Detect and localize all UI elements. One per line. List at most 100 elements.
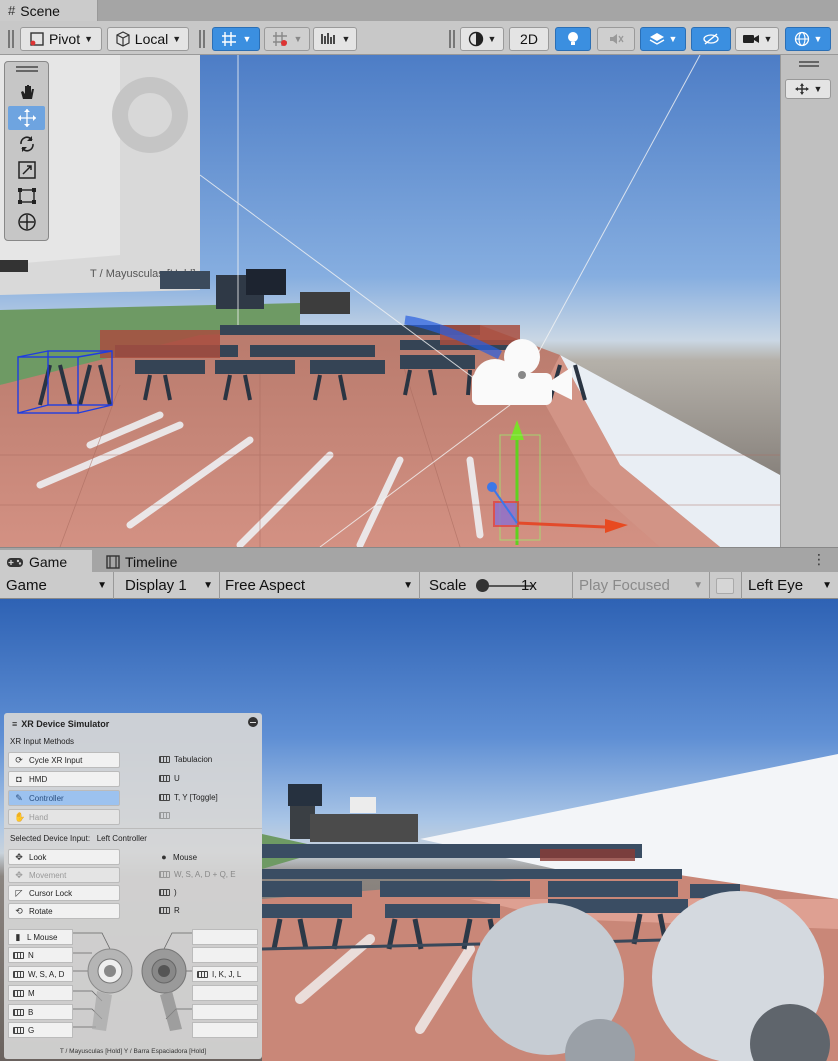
hand-label: Hand [29, 812, 49, 822]
cursor-lock-label: Cursor Lock [29, 888, 73, 898]
look-key: ● Mouse [159, 852, 197, 862]
eye-crossed-icon [703, 33, 719, 45]
view-dropdown[interactable]: Game ▼ [0, 572, 114, 599]
eye-label: Left Eye [748, 577, 804, 594]
rotate-tool-button[interactable] [8, 132, 45, 156]
lightbulb-icon [568, 32, 578, 45]
view-label: Game [6, 577, 47, 594]
transform-tool-button[interactable] [8, 210, 45, 234]
move-icon [17, 109, 36, 127]
tools-palette [4, 61, 49, 241]
pivot-dropdown[interactable]: Pivot ▼ [20, 27, 102, 51]
xr-title: ≡ XR Device Simulator [12, 719, 109, 729]
palette-grip-icon[interactable] [16, 66, 38, 72]
rotate-key: R [159, 906, 180, 915]
movement-key: W, S, A, D + Q, E [159, 870, 236, 879]
rotate-label: Rotate [29, 906, 53, 916]
grid-snap-button[interactable]: ▼ [212, 27, 260, 51]
grid-snap-icon [221, 32, 236, 46]
keyboard-icon [197, 970, 208, 978]
b-binding[interactable]: B [8, 1004, 73, 1020]
mouse-icon: ● [161, 852, 167, 862]
keyboard-icon [159, 871, 170, 878]
m-binding[interactable]: M [8, 985, 73, 1001]
tab-game[interactable]: Game [0, 550, 92, 573]
chevron-down-icon: ▼ [487, 34, 497, 44]
mode-2d-button[interactable]: 2D [509, 27, 549, 51]
game-tab-strip: Game Timeline ⋮ [0, 547, 838, 573]
game-viewport[interactable]: ≡ XR Device Simulator XR Input Methods ⟳… [0, 599, 838, 1061]
controller-key-text: T, Y [Toggle] [174, 793, 218, 802]
m-binding-label: M [28, 988, 35, 998]
hmd-button[interactable]: ◘ HMD [8, 771, 120, 787]
cursor-lock-button[interactable]: ◸ Cursor Lock [8, 885, 120, 901]
hand-key [159, 812, 170, 819]
side-grip-icon[interactable] [799, 61, 819, 67]
more-options-icon[interactable]: ⋮ [812, 551, 826, 568]
hand-icon [20, 85, 34, 99]
scale-tool-button[interactable] [8, 158, 45, 182]
tab-scene[interactable]: # Scene [0, 0, 98, 21]
local-label: Local [134, 31, 169, 47]
left-mouse-label: L Mouse [27, 932, 58, 942]
camera-dropdown[interactable]: ▼ [735, 27, 779, 51]
cycle-xr-input-button[interactable]: ⟳ Cycle XR Input [8, 752, 120, 768]
effects-dropdown[interactable]: ▼ [640, 27, 686, 51]
left-mouse-binding[interactable]: ▮ L Mouse [8, 929, 73, 945]
stats-toggle[interactable] [710, 572, 742, 599]
n-binding[interactable]: N [8, 947, 73, 963]
gamepad-icon [7, 557, 23, 567]
rotate-icon: ⟲ [15, 906, 23, 916]
right-binding-5[interactable] [192, 1004, 258, 1020]
layers-icon [649, 33, 664, 45]
increment-snap-button[interactable]: ▼ [264, 27, 310, 51]
eye-dropdown[interactable]: Left Eye ▼ [742, 572, 838, 599]
gizmos-dropdown[interactable]: ▼ [785, 27, 831, 51]
render-mode-dropdown[interactable]: ▼ [313, 27, 357, 51]
headset-icon: ◘ [16, 774, 22, 784]
rect-tool-button[interactable] [8, 184, 45, 208]
hand-tool-button[interactable] [8, 80, 45, 104]
right-binding-6[interactable] [192, 1022, 258, 1038]
move-arrows-icon: ✥ [15, 870, 23, 880]
keyboard-icon [159, 775, 170, 782]
chevron-down-icon: ▼ [822, 580, 832, 591]
move-tool-button[interactable] [8, 106, 45, 130]
rotate-button[interactable]: ⟲ Rotate [8, 903, 120, 919]
right-binding-1[interactable] [192, 929, 258, 945]
cycle-icon: ⟳ [15, 755, 23, 765]
scale-slider-knob[interactable] [476, 579, 489, 592]
mode-2d-label: 2D [520, 31, 538, 47]
toolbar-grip-icon[interactable] [199, 30, 205, 48]
minimize-icon[interactable] [248, 717, 258, 727]
cursor-lock-key: ) [159, 888, 177, 897]
shading-dropdown[interactable]: ▼ [460, 27, 504, 51]
g-binding[interactable]: G [8, 1022, 73, 1038]
orientation-dropdown[interactable]: ▼ [785, 79, 831, 99]
audio-toggle[interactable] [597, 27, 635, 51]
movement-button[interactable]: ✥ Movement [8, 867, 120, 883]
hmd-label: HMD [29, 774, 48, 784]
hidden-objects-toggle[interactable] [691, 27, 731, 51]
scene-viewport[interactable]: T / Mayusculas [Hold] ▼ [0, 55, 838, 547]
toolbar-grip-icon[interactable] [449, 30, 455, 48]
hand-button[interactable]: ✋ Hand [8, 809, 120, 825]
wsad-binding[interactable]: W, S, A, D [8, 966, 73, 982]
rotate-key-text: R [174, 906, 180, 915]
look-button[interactable]: ✥ Look [8, 849, 120, 865]
local-dropdown[interactable]: Local ▼ [107, 27, 189, 51]
move-arrows-icon: ✥ [15, 852, 23, 862]
right-binding-2[interactable] [192, 947, 258, 963]
controller-button[interactable]: ✎ Controller [8, 790, 120, 806]
lighting-toggle[interactable] [555, 27, 591, 51]
right-binding-4[interactable] [192, 985, 258, 1001]
toolbar-grip-icon[interactable] [8, 30, 14, 48]
aspect-dropdown[interactable]: Free Aspect ▼ [220, 572, 420, 599]
cycle-xr-input-key: Tabulacion [159, 755, 212, 764]
display-dropdown[interactable]: Display 1 ▼ [114, 572, 220, 599]
play-mode-dropdown[interactable]: Play Focused ▼ [573, 572, 710, 599]
tab-timeline[interactable]: Timeline [100, 550, 200, 573]
ikjl-binding[interactable]: I, K, J, L [192, 966, 258, 982]
input-methods-label: XR Input Methods [10, 737, 75, 746]
game-toolbar: Game ▼ Display 1 ▼ Free Aspect ▼ Scale 1… [0, 572, 838, 599]
